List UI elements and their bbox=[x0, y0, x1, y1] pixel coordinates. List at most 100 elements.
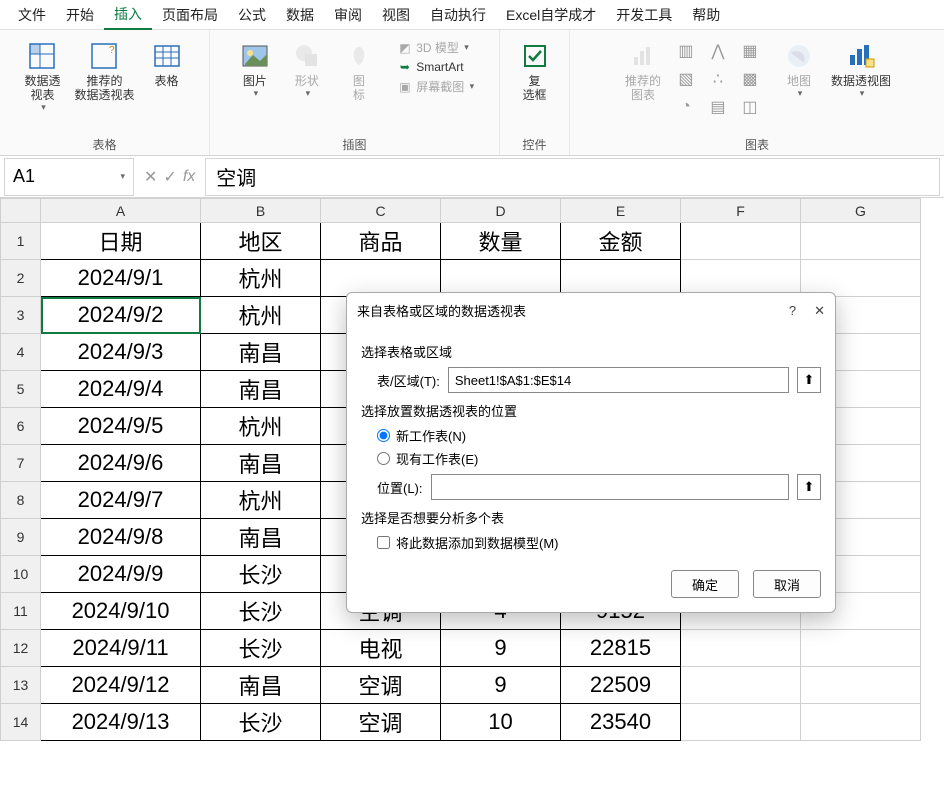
cell-A11[interactable]: 2024/9/10 bbox=[41, 593, 201, 630]
cell-B9[interactable]: 南昌 bbox=[201, 519, 321, 556]
recommended-pivot-button[interactable]: ? 推荐的 数据透视表 bbox=[70, 38, 138, 104]
cell-A4[interactable]: 2024/9/3 bbox=[41, 334, 201, 371]
cell-A5[interactable]: 2024/9/4 bbox=[41, 371, 201, 408]
row-header-5[interactable]: 5 bbox=[1, 371, 41, 408]
row-header-1[interactable]: 1 bbox=[1, 223, 41, 260]
cell-A6[interactable]: 2024/9/5 bbox=[41, 408, 201, 445]
menu-tab-9[interactable]: Excel自学成才 bbox=[496, 1, 606, 29]
cell-A7[interactable]: 2024/9/6 bbox=[41, 445, 201, 482]
treemap-chart-icon[interactable]: ▦ bbox=[735, 38, 765, 64]
range-input[interactable] bbox=[448, 367, 789, 393]
cell-F14[interactable] bbox=[681, 704, 801, 741]
row-header-10[interactable]: 10 bbox=[1, 556, 41, 593]
pivot-chart-button[interactable]: 数据透视图 ▾ bbox=[827, 38, 895, 101]
row-header-9[interactable]: 9 bbox=[1, 519, 41, 556]
waterfall-chart-icon[interactable]: ▧ bbox=[671, 66, 701, 92]
row-header-2[interactable]: 2 bbox=[1, 260, 41, 297]
col-header-A[interactable]: A bbox=[41, 199, 201, 223]
pie-chart-icon[interactable]: ◔ bbox=[671, 94, 701, 120]
menu-tab-6[interactable]: 审阅 bbox=[324, 1, 372, 29]
chevron-down-icon[interactable]: ▾ bbox=[120, 171, 125, 182]
table-button[interactable]: 表格 bbox=[143, 38, 191, 90]
cell-B4[interactable]: 南昌 bbox=[201, 334, 321, 371]
col-header-G[interactable]: G bbox=[801, 199, 921, 223]
col-header-F[interactable]: F bbox=[681, 199, 801, 223]
cell-B7[interactable]: 南昌 bbox=[201, 445, 321, 482]
cell-C12[interactable]: 电视 bbox=[321, 630, 441, 667]
surface-chart-icon[interactable]: ▩ bbox=[735, 66, 765, 92]
menu-tab-5[interactable]: 数据 bbox=[276, 1, 324, 29]
cell-E14[interactable]: 23540 bbox=[561, 704, 681, 741]
cell-B8[interactable]: 杭州 bbox=[201, 482, 321, 519]
cell-D1[interactable]: 数量 bbox=[441, 223, 561, 260]
bar-chart-icon[interactable]: ▥ bbox=[671, 38, 701, 64]
formula-input[interactable]: 空调 bbox=[205, 158, 940, 196]
menu-tab-0[interactable]: 文件 bbox=[8, 1, 56, 29]
cell-B10[interactable]: 长沙 bbox=[201, 556, 321, 593]
name-box[interactable]: A1 ▾ bbox=[4, 158, 134, 196]
cell-E2[interactable] bbox=[561, 260, 681, 297]
cell-F12[interactable] bbox=[681, 630, 801, 667]
cell-C2[interactable] bbox=[321, 260, 441, 297]
cell-A13[interactable]: 2024/9/12 bbox=[41, 667, 201, 704]
cell-A8[interactable]: 2024/9/7 bbox=[41, 482, 201, 519]
col-header-C[interactable]: C bbox=[321, 199, 441, 223]
cell-B11[interactable]: 长沙 bbox=[201, 593, 321, 630]
histogram-chart-icon[interactable]: ▤ bbox=[703, 94, 733, 120]
cell-D14[interactable]: 10 bbox=[441, 704, 561, 741]
row-header-7[interactable]: 7 bbox=[1, 445, 41, 482]
cell-A2[interactable]: 2024/9/1 bbox=[41, 260, 201, 297]
menu-tab-2[interactable]: 插入 bbox=[104, 0, 152, 30]
row-header-13[interactable]: 13 bbox=[1, 667, 41, 704]
cell-C13[interactable]: 空调 bbox=[321, 667, 441, 704]
icons-button[interactable]: 图 标 bbox=[335, 38, 383, 104]
recommended-charts-button[interactable]: 推荐的 图表 bbox=[619, 38, 667, 104]
cell-G2[interactable] bbox=[801, 260, 921, 297]
row-header-14[interactable]: 14 bbox=[1, 704, 41, 741]
menu-tab-10[interactable]: 开发工具 bbox=[606, 1, 682, 29]
col-header-D[interactable]: D bbox=[441, 199, 561, 223]
cell-A9[interactable]: 2024/9/8 bbox=[41, 519, 201, 556]
cell-B2[interactable]: 杭州 bbox=[201, 260, 321, 297]
picture-button[interactable]: 图片 ▾ bbox=[231, 38, 279, 101]
cell-A10[interactable]: 2024/9/9 bbox=[41, 556, 201, 593]
cell-D13[interactable]: 9 bbox=[441, 667, 561, 704]
cell-A12[interactable]: 2024/9/11 bbox=[41, 630, 201, 667]
scatter-chart-icon[interactable]: ∴ bbox=[703, 66, 733, 92]
checkbox-data-model[interactable]: 将此数据添加到数据模型(M) bbox=[377, 533, 821, 552]
select-all-corner[interactable] bbox=[1, 199, 41, 223]
cell-G1[interactable] bbox=[801, 223, 921, 260]
range-picker-icon[interactable]: ⬆ bbox=[797, 367, 821, 393]
row-header-4[interactable]: 4 bbox=[1, 334, 41, 371]
row-header-3[interactable]: 3 bbox=[1, 297, 41, 334]
confirm-formula-icon[interactable]: ✓ bbox=[163, 167, 176, 187]
col-header-E[interactable]: E bbox=[561, 199, 681, 223]
ok-button[interactable]: 确定 bbox=[671, 570, 739, 598]
row-header-8[interactable]: 8 bbox=[1, 482, 41, 519]
cell-G13[interactable] bbox=[801, 667, 921, 704]
model3d-button[interactable]: ◩ 3D 模型 ▾ bbox=[393, 38, 478, 57]
radio-new-sheet[interactable]: 新工作表(N) bbox=[377, 426, 821, 445]
location-picker-icon[interactable]: ⬆ bbox=[797, 474, 821, 500]
cell-E1[interactable]: 金额 bbox=[561, 223, 681, 260]
cancel-button[interactable]: 取消 bbox=[753, 570, 821, 598]
menu-tab-7[interactable]: 视图 bbox=[372, 1, 420, 29]
menu-tab-3[interactable]: 页面布局 bbox=[152, 1, 228, 29]
menu-tab-11[interactable]: 帮助 bbox=[682, 1, 730, 29]
menu-tab-8[interactable]: 自动执行 bbox=[420, 1, 496, 29]
cell-B14[interactable]: 长沙 bbox=[201, 704, 321, 741]
combo-chart-icon[interactable]: ◫ bbox=[735, 94, 765, 120]
cell-A14[interactable]: 2024/9/13 bbox=[41, 704, 201, 741]
cell-C14[interactable]: 空调 bbox=[321, 704, 441, 741]
screenshot-button[interactable]: ▣ 屏幕截图 ▾ bbox=[393, 77, 478, 96]
cell-B5[interactable]: 南昌 bbox=[201, 371, 321, 408]
cell-E13[interactable]: 22509 bbox=[561, 667, 681, 704]
cell-D12[interactable]: 9 bbox=[441, 630, 561, 667]
menu-tab-4[interactable]: 公式 bbox=[228, 1, 276, 29]
close-icon[interactable]: ✕ bbox=[814, 303, 825, 319]
cell-G12[interactable] bbox=[801, 630, 921, 667]
location-input[interactable] bbox=[431, 474, 789, 500]
cell-C1[interactable]: 商品 bbox=[321, 223, 441, 260]
checkbox-control-button[interactable]: 复 选框 bbox=[511, 38, 559, 104]
smartart-button[interactable]: ➥ SmartArt bbox=[393, 59, 478, 75]
